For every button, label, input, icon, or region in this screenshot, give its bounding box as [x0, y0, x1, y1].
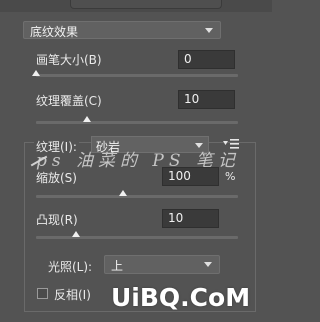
light-direction-dropdown[interactable]: 上 [104, 255, 220, 274]
scaling-label: 缩放(S) [36, 171, 77, 185]
scaling-slider-track[interactable] [36, 195, 238, 198]
chevron-down-icon [205, 28, 213, 33]
texture-coverage-slider-thumb[interactable] [82, 116, 91, 122]
relief-label: 凸现(R) [36, 213, 78, 227]
effect-type-dropdown[interactable]: 底纹效果 [23, 21, 221, 39]
brush-size-slider-track[interactable] [36, 74, 238, 77]
invert-checkbox[interactable] [37, 288, 48, 299]
site-logo: UiBQ.CoM [111, 283, 251, 312]
top-bar [0, 0, 272, 12]
relief-slider-track[interactable] [36, 236, 238, 239]
effect-type-value: 底纹效果 [30, 25, 79, 39]
light-label: 光照(L): [48, 260, 93, 274]
scaling-input[interactable]: 100 [162, 167, 219, 186]
brush-size-label: 画笔大小(B) [36, 53, 102, 67]
relief-slider-thumb[interactable] [72, 231, 81, 237]
top-bar-slot [70, 0, 222, 9]
relief-input[interactable]: 10 [162, 209, 219, 228]
light-direction-value: 上 [111, 259, 124, 273]
chevron-down-icon [204, 262, 212, 267]
brush-size-input[interactable]: 0 [178, 50, 235, 69]
brush-size-slider-thumb[interactable] [32, 70, 40, 76]
scaling-unit: % [225, 170, 236, 183]
texture-coverage-label: 纹理覆盖(C) [36, 94, 102, 108]
texture-coverage-slider-track[interactable] [36, 121, 238, 124]
texture-coverage-input[interactable]: 10 [178, 90, 235, 109]
scaling-slider-thumb[interactable] [118, 190, 127, 196]
invert-label: 反相(I) [54, 288, 91, 302]
